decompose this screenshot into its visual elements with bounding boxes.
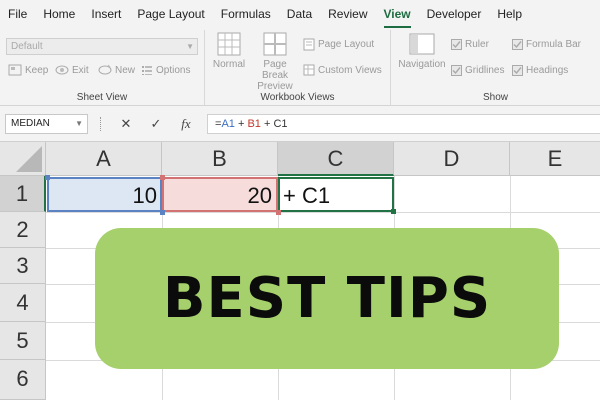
column-header-b[interactable]: B <box>162 142 278 176</box>
insert-function-icon[interactable]: fx <box>174 114 198 134</box>
name-box[interactable]: MEDIAN ▼ <box>5 114 88 134</box>
formula-bar: MEDIAN ▼ ✕ ✓ fx =A1 + B1 + C1 <box>0 106 600 142</box>
cell-a1[interactable]: 10 <box>47 177 162 212</box>
show-label: Show <box>482 92 508 103</box>
tab-developer[interactable]: Developer <box>419 0 490 30</box>
options-label: Options <box>156 64 191 76</box>
ribbon: Default ▼ Keep Exit New Options Sheet Vi… <box>0 30 600 106</box>
sheet-view-value: Default <box>11 41 43 52</box>
page-layout-view-button[interactable]: Page Layout <box>303 38 374 51</box>
page-break-preview-button[interactable]: Page Break Preview <box>251 32 299 92</box>
formula-part: + C1 <box>260 118 288 130</box>
divider <box>100 117 102 131</box>
ruler-checkbox[interactable]: Ruler <box>451 39 489 50</box>
keep-button[interactable]: Keep <box>8 64 48 76</box>
list-icon <box>142 66 152 75</box>
normal-view-button[interactable]: Normal <box>209 32 249 70</box>
tab-data[interactable]: Data <box>279 0 320 30</box>
navigation-icon <box>409 33 435 55</box>
new-sheet-icon <box>98 64 112 75</box>
best-tips-banner: BEST TIPS <box>95 228 559 369</box>
gridlines-label: Gridlines <box>465 65 505 76</box>
range-handle[interactable] <box>160 210 165 215</box>
navigation-label: Navigation <box>398 59 446 70</box>
headings-checkbox[interactable]: Headings <box>512 65 568 76</box>
page-layout-label: Page Layout <box>318 39 375 50</box>
menu-bar: File Home Insert Page Layout Formulas Da… <box>0 0 600 30</box>
row-header-2[interactable]: 2 <box>0 212 46 248</box>
tab-review[interactable]: Review <box>320 0 375 30</box>
formula-part: B1 <box>247 118 261 130</box>
exit-button[interactable]: Exit <box>55 64 89 76</box>
new-button[interactable]: New <box>98 64 135 76</box>
cancel-icon[interactable]: ✕ <box>114 114 138 134</box>
gridline <box>46 212 600 213</box>
custom-views-label: Custom Views <box>318 64 382 76</box>
options-button[interactable]: Options <box>141 64 190 76</box>
page-break-label-2: Preview <box>257 81 293 92</box>
checkbox-checked-icon <box>512 65 523 76</box>
tab-view[interactable]: View <box>376 0 419 30</box>
chevron-down-icon: ▼ <box>75 119 83 128</box>
fill-handle[interactable] <box>391 209 396 214</box>
page-break-label-1: Page Break <box>261 59 289 81</box>
sheet-view-dropdown[interactable]: Default ▼ <box>6 38 198 55</box>
row-header-6[interactable]: 6 <box>0 360 46 400</box>
custom-views-button[interactable]: Custom Views <box>303 64 382 76</box>
enter-icon[interactable]: ✓ <box>144 114 168 134</box>
formula-part: + <box>234 118 248 130</box>
range-handle[interactable] <box>160 175 165 180</box>
page-break-icon <box>263 32 287 56</box>
tab-formulas[interactable]: Formulas <box>213 0 279 30</box>
tab-insert[interactable]: Insert <box>83 0 129 30</box>
checkbox-checked-icon <box>451 65 462 76</box>
column-header-c[interactable]: C <box>278 142 394 176</box>
checkbox-checked-icon <box>451 39 462 50</box>
normal-view-icon <box>217 32 241 56</box>
normal-label: Normal <box>212 59 246 70</box>
headings-label: Headings <box>526 65 569 76</box>
range-handle[interactable] <box>45 175 50 180</box>
exit-label: Exit <box>72 64 89 76</box>
navigation-button[interactable]: Navigation <box>395 32 449 70</box>
eye-icon <box>55 65 69 75</box>
row-header-3[interactable]: 3 <box>0 248 46 284</box>
row-header-5[interactable]: 5 <box>0 322 46 360</box>
row-header-1[interactable]: 1 <box>0 176 46 212</box>
keep-label: Keep <box>25 64 49 76</box>
keep-icon <box>8 64 22 76</box>
gridlines-checkbox[interactable]: Gridlines <box>451 65 504 76</box>
checkbox-checked-icon <box>512 39 523 50</box>
custom-views-icon <box>303 64 315 76</box>
name-box-value: MEDIAN <box>11 118 50 129</box>
show-group: Navigation Ruler Formula Bar Gridlines H… <box>391 30 600 106</box>
column-header-d[interactable]: D <box>394 142 510 176</box>
ruler-label: Ruler <box>465 39 489 50</box>
page-layout-icon <box>303 38 315 51</box>
banner-text: BEST TIPS <box>162 266 492 331</box>
formula-part: A1 <box>221 118 235 130</box>
tab-file[interactable]: File <box>0 0 35 30</box>
workbook-views-group: Normal Page Break Preview Page Layout Cu… <box>205 30 391 106</box>
new-label: New <box>115 64 136 76</box>
formula-bar-checkbox[interactable]: Formula Bar <box>512 39 581 50</box>
tab-page-layout[interactable]: Page Layout <box>129 0 212 30</box>
tab-home[interactable]: Home <box>35 0 83 30</box>
cell-b1[interactable]: 20 <box>162 177 278 212</box>
cell-c1[interactable]: + C1 <box>278 177 394 212</box>
select-all-triangle-icon <box>16 146 42 172</box>
range-handle[interactable] <box>276 210 281 215</box>
row-header-4[interactable]: 4 <box>0 284 46 322</box>
column-header-a[interactable]: A <box>46 142 162 176</box>
sheet-view-label: Sheet View <box>76 92 128 103</box>
tab-help[interactable]: Help <box>489 0 530 30</box>
column-header-e[interactable]: E <box>510 142 600 176</box>
workbook-views-label: Workbook Views <box>260 92 335 103</box>
select-all-button[interactable] <box>0 142 46 176</box>
sheet-view-group: Default ▼ Keep Exit New Options Sheet Vi… <box>0 30 205 106</box>
chevron-down-icon: ▼ <box>186 42 194 51</box>
formula-bar-label: Formula Bar <box>526 39 582 50</box>
formula-input[interactable]: =A1 + B1 + C1 <box>207 114 600 134</box>
